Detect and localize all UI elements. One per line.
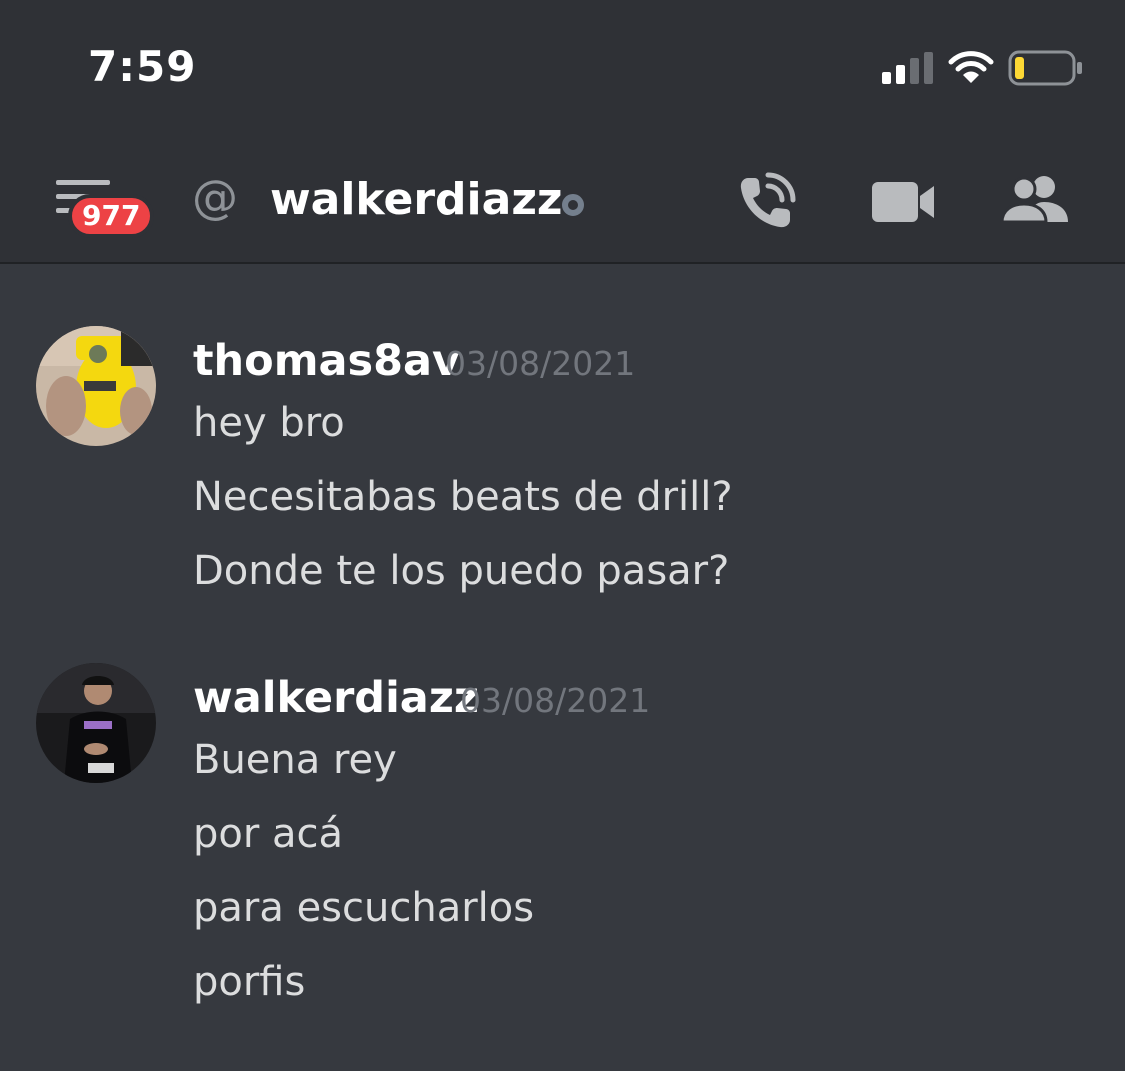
- channel-title[interactable]: walkerdiazz: [270, 174, 563, 225]
- wifi-icon: [948, 51, 994, 83]
- chat-header: 977 @ walkerdiazz: [0, 160, 1125, 260]
- cellular-signal-icon: [882, 52, 933, 84]
- header-divider: [0, 262, 1125, 264]
- message-text: Necesitabas beats de drill?: [193, 474, 733, 520]
- message-text: Buena rey: [193, 737, 397, 783]
- status-time: 7:59: [88, 42, 197, 91]
- message-text: porfis: [193, 959, 306, 1005]
- username[interactable]: walkerdiazz: [193, 673, 479, 723]
- avatar[interactable]: [36, 326, 156, 446]
- message-text: Donde te los puedo pasar?: [193, 548, 730, 594]
- timestamp: 03/08/2021: [460, 681, 651, 720]
- username[interactable]: thomas8av: [193, 336, 460, 386]
- battery-icon: [1008, 50, 1082, 86]
- offline-status-icon: [562, 194, 584, 216]
- message-text: por acá: [193, 811, 344, 857]
- unread-badge: 977: [68, 194, 155, 238]
- call-icon[interactable]: [738, 172, 798, 230]
- avatar[interactable]: [36, 663, 156, 783]
- video-icon[interactable]: [870, 178, 936, 226]
- timestamp: 03/08/2021: [445, 344, 636, 383]
- message-text: hey bro: [193, 400, 345, 446]
- message-text: para escucharlos: [193, 885, 535, 931]
- at-icon: @: [192, 170, 238, 224]
- members-icon[interactable]: [998, 174, 1072, 224]
